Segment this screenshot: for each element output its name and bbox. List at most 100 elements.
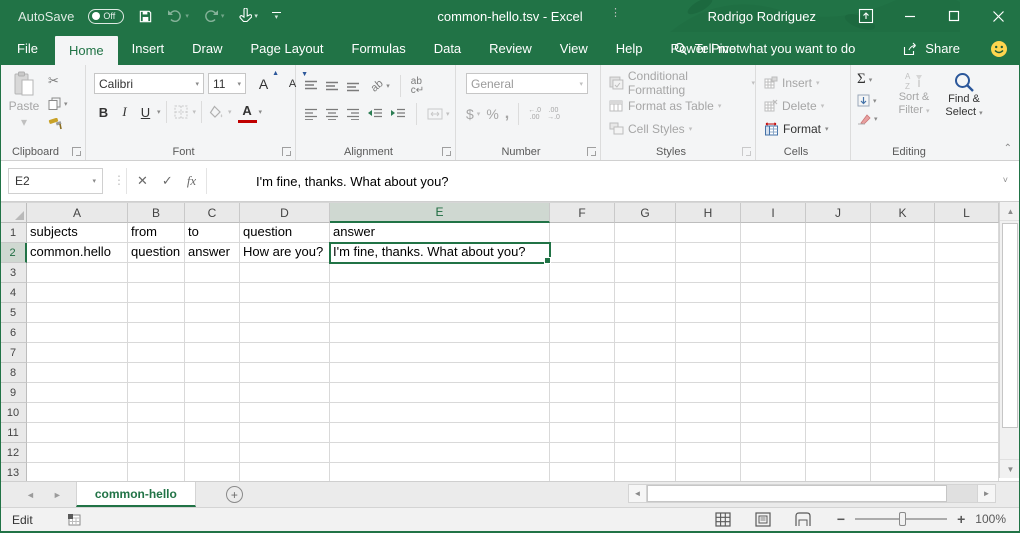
cell-B7[interactable] [128, 343, 185, 363]
cell-L8[interactable] [935, 363, 999, 383]
zoom-in-button[interactable]: + [957, 511, 965, 527]
signed-in-user[interactable]: Rodrigo Rodriguez [708, 9, 816, 24]
cell-I1[interactable] [741, 223, 806, 243]
cell-G11[interactable] [615, 423, 676, 443]
cell-K7[interactable] [871, 343, 935, 363]
cell-B5[interactable] [128, 303, 185, 323]
cell-H13[interactable] [676, 463, 741, 481]
cell-E12[interactable] [330, 443, 550, 463]
sort-filter-button[interactable]: AZ Sort & Filter ▾ [891, 71, 937, 118]
align-center-icon[interactable] [325, 108, 339, 120]
cell-K6[interactable] [871, 323, 935, 343]
cell-K8[interactable] [871, 363, 935, 383]
column-header-I[interactable]: I [741, 203, 806, 223]
cell-H3[interactable] [676, 263, 741, 283]
font-size-select[interactable]: 11 ▾ [208, 73, 246, 94]
cell-H8[interactable] [676, 363, 741, 383]
cell-C8[interactable] [185, 363, 240, 383]
cell-D8[interactable] [240, 363, 330, 383]
tab-help[interactable]: Help [602, 32, 657, 65]
cell-K11[interactable] [871, 423, 935, 443]
cell-D1[interactable]: question [240, 223, 330, 243]
cell-L11[interactable] [935, 423, 999, 443]
align-left-icon[interactable] [304, 108, 318, 120]
cell-H11[interactable] [676, 423, 741, 443]
column-header-G[interactable]: G [615, 203, 676, 223]
column-header-C[interactable]: C [185, 203, 240, 223]
cell-I9[interactable] [741, 383, 806, 403]
close-button[interactable] [976, 0, 1020, 32]
clipboard-dialog-launcher[interactable] [72, 147, 81, 156]
column-header-H[interactable]: H [676, 203, 741, 223]
cell-B2[interactable]: question [128, 243, 185, 263]
cell-F5[interactable] [550, 303, 615, 323]
cell-J11[interactable] [806, 423, 871, 443]
cell-D9[interactable] [240, 383, 330, 403]
cell-F10[interactable] [550, 403, 615, 423]
fill-color-button[interactable] [207, 102, 226, 123]
vertical-scroll-thumb[interactable] [1002, 223, 1018, 428]
alignment-dialog-launcher[interactable] [442, 147, 451, 156]
scroll-right-arrow[interactable]: ► [977, 484, 996, 503]
underline-button[interactable]: U [136, 102, 155, 123]
cell-K1[interactable] [871, 223, 935, 243]
cell-K9[interactable] [871, 383, 935, 403]
cell-K3[interactable] [871, 263, 935, 283]
delete-cells-button[interactable]: Delete▾ [756, 94, 850, 117]
cell-G6[interactable] [615, 323, 676, 343]
column-header-K[interactable]: K [871, 203, 935, 223]
conditional-formatting-button[interactable]: Conditional Formatting▾ [601, 71, 755, 94]
cell-E4[interactable] [330, 283, 550, 303]
tab-view[interactable]: View [546, 32, 602, 65]
cell-J10[interactable] [806, 403, 871, 423]
tab-insert[interactable]: Insert [118, 32, 179, 65]
cell-A10[interactable] [27, 403, 128, 423]
cell-K4[interactable] [871, 283, 935, 303]
cell-B12[interactable] [128, 443, 185, 463]
zoom-level[interactable]: 100% [975, 512, 1006, 526]
cell-G13[interactable] [615, 463, 676, 481]
align-bottom-icon[interactable] [346, 80, 360, 92]
orientation-button[interactable]: ab ▾ [371, 80, 390, 92]
cell-I2[interactable] [741, 243, 806, 263]
cell-H9[interactable] [676, 383, 741, 403]
cell-B6[interactable] [128, 323, 185, 343]
column-header-F[interactable]: F [550, 203, 615, 223]
cell-C6[interactable] [185, 323, 240, 343]
next-sheet-arrow[interactable]: ► [53, 490, 62, 500]
format-painter-button[interactable] [48, 118, 68, 131]
cell-B11[interactable] [128, 423, 185, 443]
cell-J3[interactable] [806, 263, 871, 283]
row-header-5[interactable]: 5 [0, 303, 27, 323]
cell-F11[interactable] [550, 423, 615, 443]
name-box[interactable]: E2 ▾ [8, 168, 103, 194]
vertical-scrollbar[interactable]: ▲ ▼ [999, 202, 1020, 478]
merge-center-button[interactable]: ▾ [427, 108, 450, 120]
cell-L10[interactable] [935, 403, 999, 423]
cell-J5[interactable] [806, 303, 871, 323]
cell-C12[interactable] [185, 443, 240, 463]
find-select-button[interactable]: Find & Select ▾ [941, 71, 987, 120]
wrap-text-button[interactable]: abc↵ [411, 77, 424, 95]
cell-J4[interactable] [806, 283, 871, 303]
cell-B1[interactable]: from [128, 223, 185, 243]
formula-bar-grip[interactable]: ⋮ [113, 173, 125, 187]
borders-button[interactable] [172, 102, 191, 123]
paste-button[interactable]: Paste ▾ [6, 71, 42, 145]
font-family-select[interactable]: Calibri ▾ [94, 73, 204, 94]
insert-function-button[interactable]: fx [187, 173, 196, 189]
cell-E3[interactable] [330, 263, 550, 283]
autosum-button[interactable]: Σ ▾ [857, 71, 878, 88]
cell-D3[interactable] [240, 263, 330, 283]
cell-C1[interactable]: to [185, 223, 240, 243]
cell-A2[interactable]: common.hello [27, 243, 128, 263]
underline-dropdown-chevron[interactable]: ▾ [157, 108, 161, 116]
row-header-13[interactable]: 13 [0, 463, 27, 481]
zoom-slider[interactable] [855, 518, 947, 520]
tab-home[interactable]: Home [55, 36, 118, 65]
feedback-smiley-icon[interactable] [990, 40, 1008, 58]
cell-L13[interactable] [935, 463, 999, 481]
cell-F7[interactable] [550, 343, 615, 363]
cell-K10[interactable] [871, 403, 935, 423]
clear-button[interactable]: ▾ [857, 113, 878, 125]
